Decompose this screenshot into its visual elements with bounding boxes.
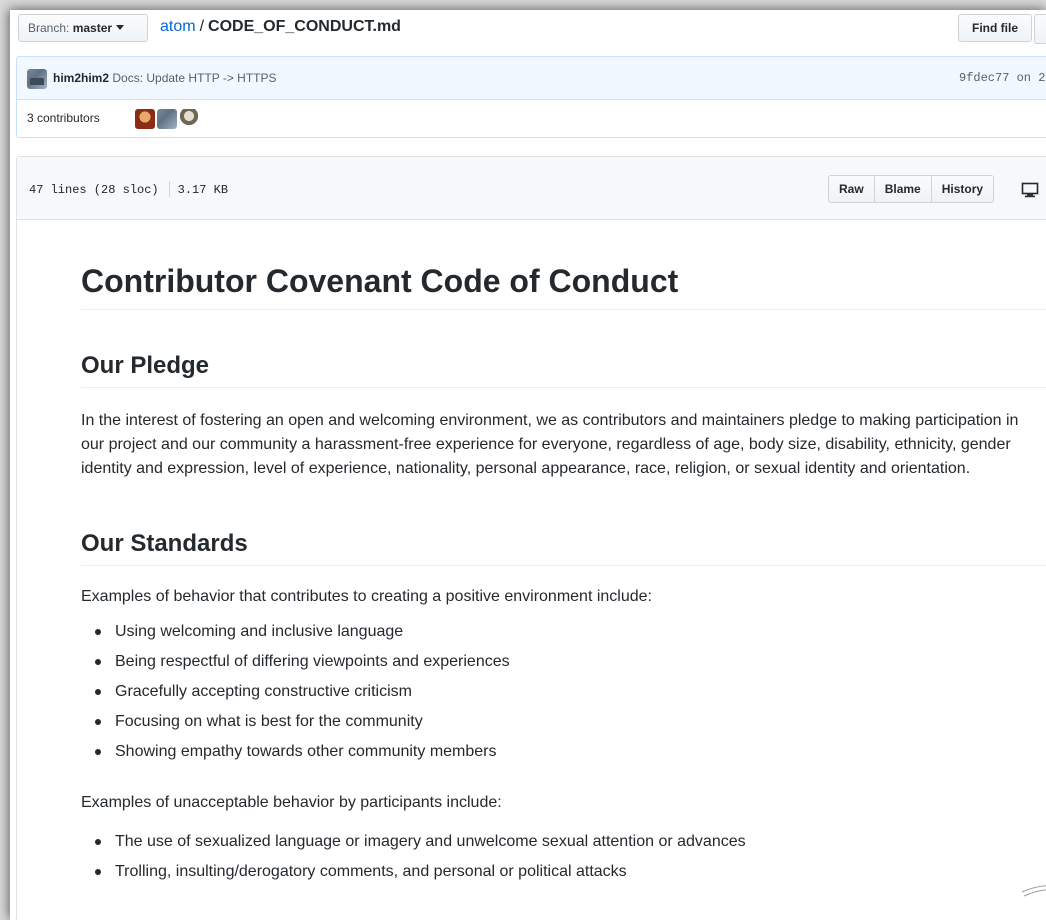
breadcrumb-separator: / <box>199 18 205 35</box>
pledge-paragraph: In the interest of fostering an open and… <box>81 412 1019 477</box>
file-info-divider <box>168 181 170 197</box>
file-navigation: Branch: master atom / CODE_OF_CONDUCT.md F… <box>10 10 1046 48</box>
file-actions: Raw Blame History <box>828 175 995 203</box>
commit-sha-and-date[interactable]: 9fdec77 on 26 <box>959 71 1046 85</box>
commit-author-link[interactable]: him2him2 <box>53 71 109 85</box>
standards-heading: Our Standards <box>81 529 1046 566</box>
commit-message-link[interactable]: Docs: Update HTTP -> HTTPS <box>112 71 276 85</box>
history-button[interactable]: History <box>930 175 995 203</box>
negative-behavior-list: The use of sexualized language or imager… <box>81 827 1041 887</box>
branch-label: Branch: <box>28 21 70 35</box>
negative-intro: Examples of unacceptable behavior by par… <box>81 794 502 811</box>
file-container: 47 lines (28 sloc) 3.17 KB Raw Blame Hist… <box>16 156 1046 920</box>
page-title: Contributor Covenant Code of Conduct <box>81 261 1046 310</box>
author-avatar[interactable] <box>27 69 47 89</box>
list-item: Using welcoming and inclusive language <box>81 617 1041 647</box>
file-info: 47 lines (28 sloc) 3.17 KB <box>29 181 228 197</box>
list-item: Gracefully accepting constructive critic… <box>81 677 1041 707</box>
positive-behavior-list: Using welcoming and inclusive language B… <box>81 617 1041 767</box>
breadcrumb-file-name: CODE_OF_CONDUCT.md <box>208 18 401 35</box>
contributor-avatar[interactable] <box>157 109 177 129</box>
commit-message: him2him2 Docs: Update HTTP -> HTTPS <box>53 70 277 86</box>
contributors-row: 3 contributors <box>17 99 1046 137</box>
github-file-view: Branch: master atom / CODE_OF_CONDUCT.md F… <box>10 10 1046 920</box>
raw-button[interactable]: Raw <box>828 175 875 203</box>
contributor-avatar[interactable] <box>135 109 155 129</box>
desktop-icon[interactable] <box>1021 182 1039 198</box>
caret-down-icon <box>116 25 125 30</box>
list-item: Focusing on what is best for the communi… <box>81 707 1041 737</box>
list-item: The use of sexualized language or imager… <box>81 827 1041 857</box>
contributors-count[interactable]: 3 contributors <box>27 111 100 125</box>
file-header: 47 lines (28 sloc) 3.17 KB Raw Blame Hist… <box>17 157 1046 220</box>
file-size: 3.17 KB <box>177 183 229 197</box>
latest-commit-bar: him2him2 Docs: Update HTTP -> HTTPS 9fde… <box>17 57 1046 100</box>
breadcrumb-repo-link[interactable]: atom <box>160 18 196 35</box>
positive-intro: Examples of behavior that contributes to… <box>81 588 652 605</box>
branch-value: master <box>72 21 113 35</box>
list-item: Trolling, insulting/derogatory comments,… <box>81 857 1041 887</box>
copy-path-button[interactable] <box>1034 14 1046 44</box>
list-item: Being respectful of differing viewpoints… <box>81 647 1041 677</box>
find-file-button[interactable]: Find file <box>958 14 1032 42</box>
contributor-avatar[interactable] <box>179 109 199 129</box>
pledge-heading: Our Pledge <box>81 351 1046 388</box>
branch-select-button[interactable]: Branch: master <box>18 14 148 42</box>
blame-button[interactable]: Blame <box>873 175 932 203</box>
scroll-edge-decoration <box>1021 885 1046 897</box>
list-item: Showing empathy towards other community … <box>81 737 1041 767</box>
file-line-count: 47 lines (28 sloc) <box>29 183 159 197</box>
breadcrumb: atom / CODE_OF_CONDUCT.md <box>160 16 401 38</box>
commit-tease: him2him2 Docs: Update HTTP -> HTTPS 9fde… <box>16 56 1046 138</box>
